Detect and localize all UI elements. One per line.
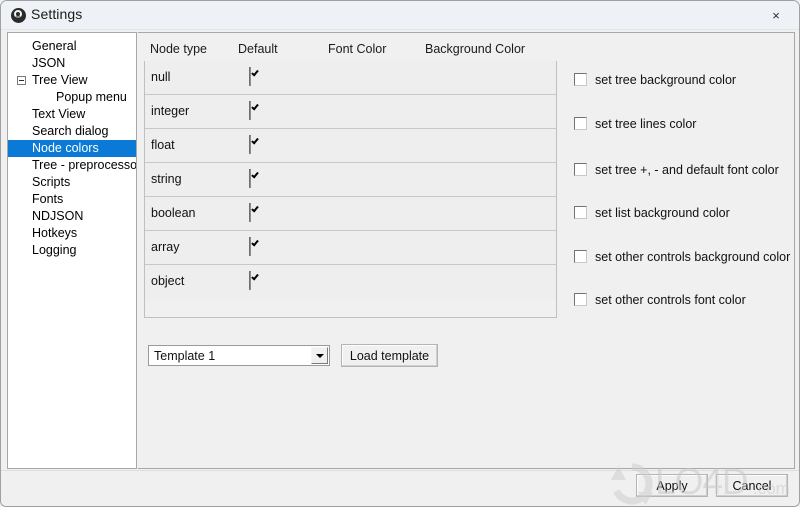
column-header-font-color: Font Color [328, 42, 387, 56]
sidebar-item-scripts[interactable]: Scripts [8, 174, 136, 191]
option-label: set tree +, - and default font color [595, 163, 779, 177]
node-type-label: array [151, 240, 180, 254]
node-type-label: integer [151, 104, 190, 118]
node-type-label: string [151, 172, 182, 186]
apply-button[interactable]: Apply [636, 474, 708, 497]
default-checkbox[interactable] [249, 237, 251, 256]
node-colors-table: null integer float string boolean array object [144, 61, 557, 318]
sidebar-item-label: General [32, 39, 77, 53]
sidebar-item-label: Node colors [32, 141, 99, 155]
sidebar-item-label: JSON [32, 56, 66, 70]
checkmark-icon [249, 203, 251, 222]
default-checkbox[interactable] [249, 169, 251, 188]
column-header-default: Default [238, 42, 278, 56]
checkmark-icon [249, 135, 251, 154]
screenshot-root: Settings × General JSON Tree View Popup men… [0, 0, 800, 507]
sidebar-item-fonts[interactable]: Fonts [8, 191, 136, 208]
empty-checkbox-icon [574, 163, 587, 176]
table-row[interactable]: string [145, 163, 556, 197]
sidebar-item-popup-menu[interactable]: Popup menu [8, 89, 136, 106]
checkmark-icon [249, 237, 251, 256]
sidebar-item-label: Hotkeys [32, 226, 78, 240]
sidebar-item-node-colors[interactable]: Node colors [8, 140, 136, 157]
sidebar-item-label: NDJSON [32, 209, 84, 223]
sidebar-item-label: Popup menu [56, 90, 127, 104]
option-label: set list background color [595, 206, 730, 220]
chevron-down-icon[interactable] [311, 347, 328, 364]
table-row[interactable]: float [145, 129, 556, 163]
sidebar-item-json[interactable]: JSON [8, 55, 136, 72]
node-type-label: null [151, 70, 171, 84]
node-colors-panel: Node type Default Font Color Background … [138, 32, 795, 469]
sidebar-item-search-dialog[interactable]: Search dialog [8, 123, 136, 140]
sidebar-item-label: Search dialog [32, 124, 109, 138]
sidebar-item-label: Tree - preprocessor [32, 158, 137, 172]
checkmark-icon [249, 169, 251, 188]
node-type-label: boolean [151, 206, 196, 220]
sidebar-item-tree-view[interactable]: Tree View [8, 72, 136, 89]
sidebar-item-ndjson[interactable]: NDJSON [8, 208, 136, 225]
sidebar-item-label: Logging [32, 243, 77, 257]
sidebar-item-label: Tree View [32, 73, 88, 87]
close-icon[interactable]: × [753, 1, 799, 29]
sidebar-item-general[interactable]: General [8, 38, 136, 55]
table-row[interactable]: boolean [145, 197, 556, 231]
default-checkbox[interactable] [249, 101, 251, 120]
empty-checkbox-icon [574, 117, 587, 130]
option-label: set other controls background color [595, 250, 791, 264]
table-row[interactable]: array [145, 231, 556, 265]
table-row[interactable]: null [145, 61, 556, 95]
template-select-value: Template 1 [154, 349, 216, 363]
window-titlebar: Settings × [1, 1, 799, 30]
node-type-label: object [151, 274, 185, 288]
settings-window: Settings × General JSON Tree View Popup men… [0, 0, 800, 507]
load-template-button[interactable]: Load template [341, 344, 438, 367]
default-checkbox[interactable] [249, 67, 251, 86]
settings-category-sidebar[interactable]: General JSON Tree View Popup menu Text View S… [7, 32, 137, 469]
checkmark-icon [249, 271, 251, 290]
settings-category-tree: General JSON Tree View Popup menu Text View S… [8, 33, 136, 259]
table-row[interactable]: object [145, 265, 556, 299]
column-header-background-color: Background Color [425, 42, 526, 56]
template-select[interactable]: Template 1 [148, 345, 330, 366]
empty-checkbox-icon [574, 293, 587, 306]
empty-checkbox-icon [574, 73, 587, 86]
option-label: set other controls font color [595, 293, 746, 307]
default-checkbox[interactable] [249, 271, 251, 290]
node-type-label: float [151, 138, 175, 152]
sidebar-item-text-view[interactable]: Text View [8, 106, 136, 123]
option-label: set tree background color [595, 73, 737, 87]
table-row[interactable]: integer [145, 95, 556, 129]
sidebar-item-label: Fonts [32, 192, 64, 206]
column-header-node-type: Node type [150, 42, 207, 56]
option-label: set tree lines color [595, 117, 697, 131]
node-colors-table-header: Node type Default Font Color Background … [144, 39, 557, 61]
sidebar-item-label: Text View [32, 107, 86, 121]
checkmark-icon [249, 67, 251, 86]
sidebar-item-logging[interactable]: Logging [8, 242, 136, 259]
default-checkbox[interactable] [249, 203, 251, 222]
default-checkbox[interactable] [249, 135, 251, 154]
sidebar-item-label: Scripts [32, 175, 71, 189]
window-title: Settings [31, 6, 83, 22]
empty-checkbox-icon [574, 206, 587, 219]
sidebar-item-hotkeys[interactable]: Hotkeys [8, 225, 136, 242]
empty-checkbox-icon [574, 250, 587, 263]
checkmark-icon [249, 101, 251, 120]
sidebar-item-tree-preprocessor[interactable]: Tree - preprocessor [8, 157, 136, 174]
cancel-button[interactable]: Cancel [716, 474, 788, 497]
app-circle-icon [11, 8, 26, 23]
